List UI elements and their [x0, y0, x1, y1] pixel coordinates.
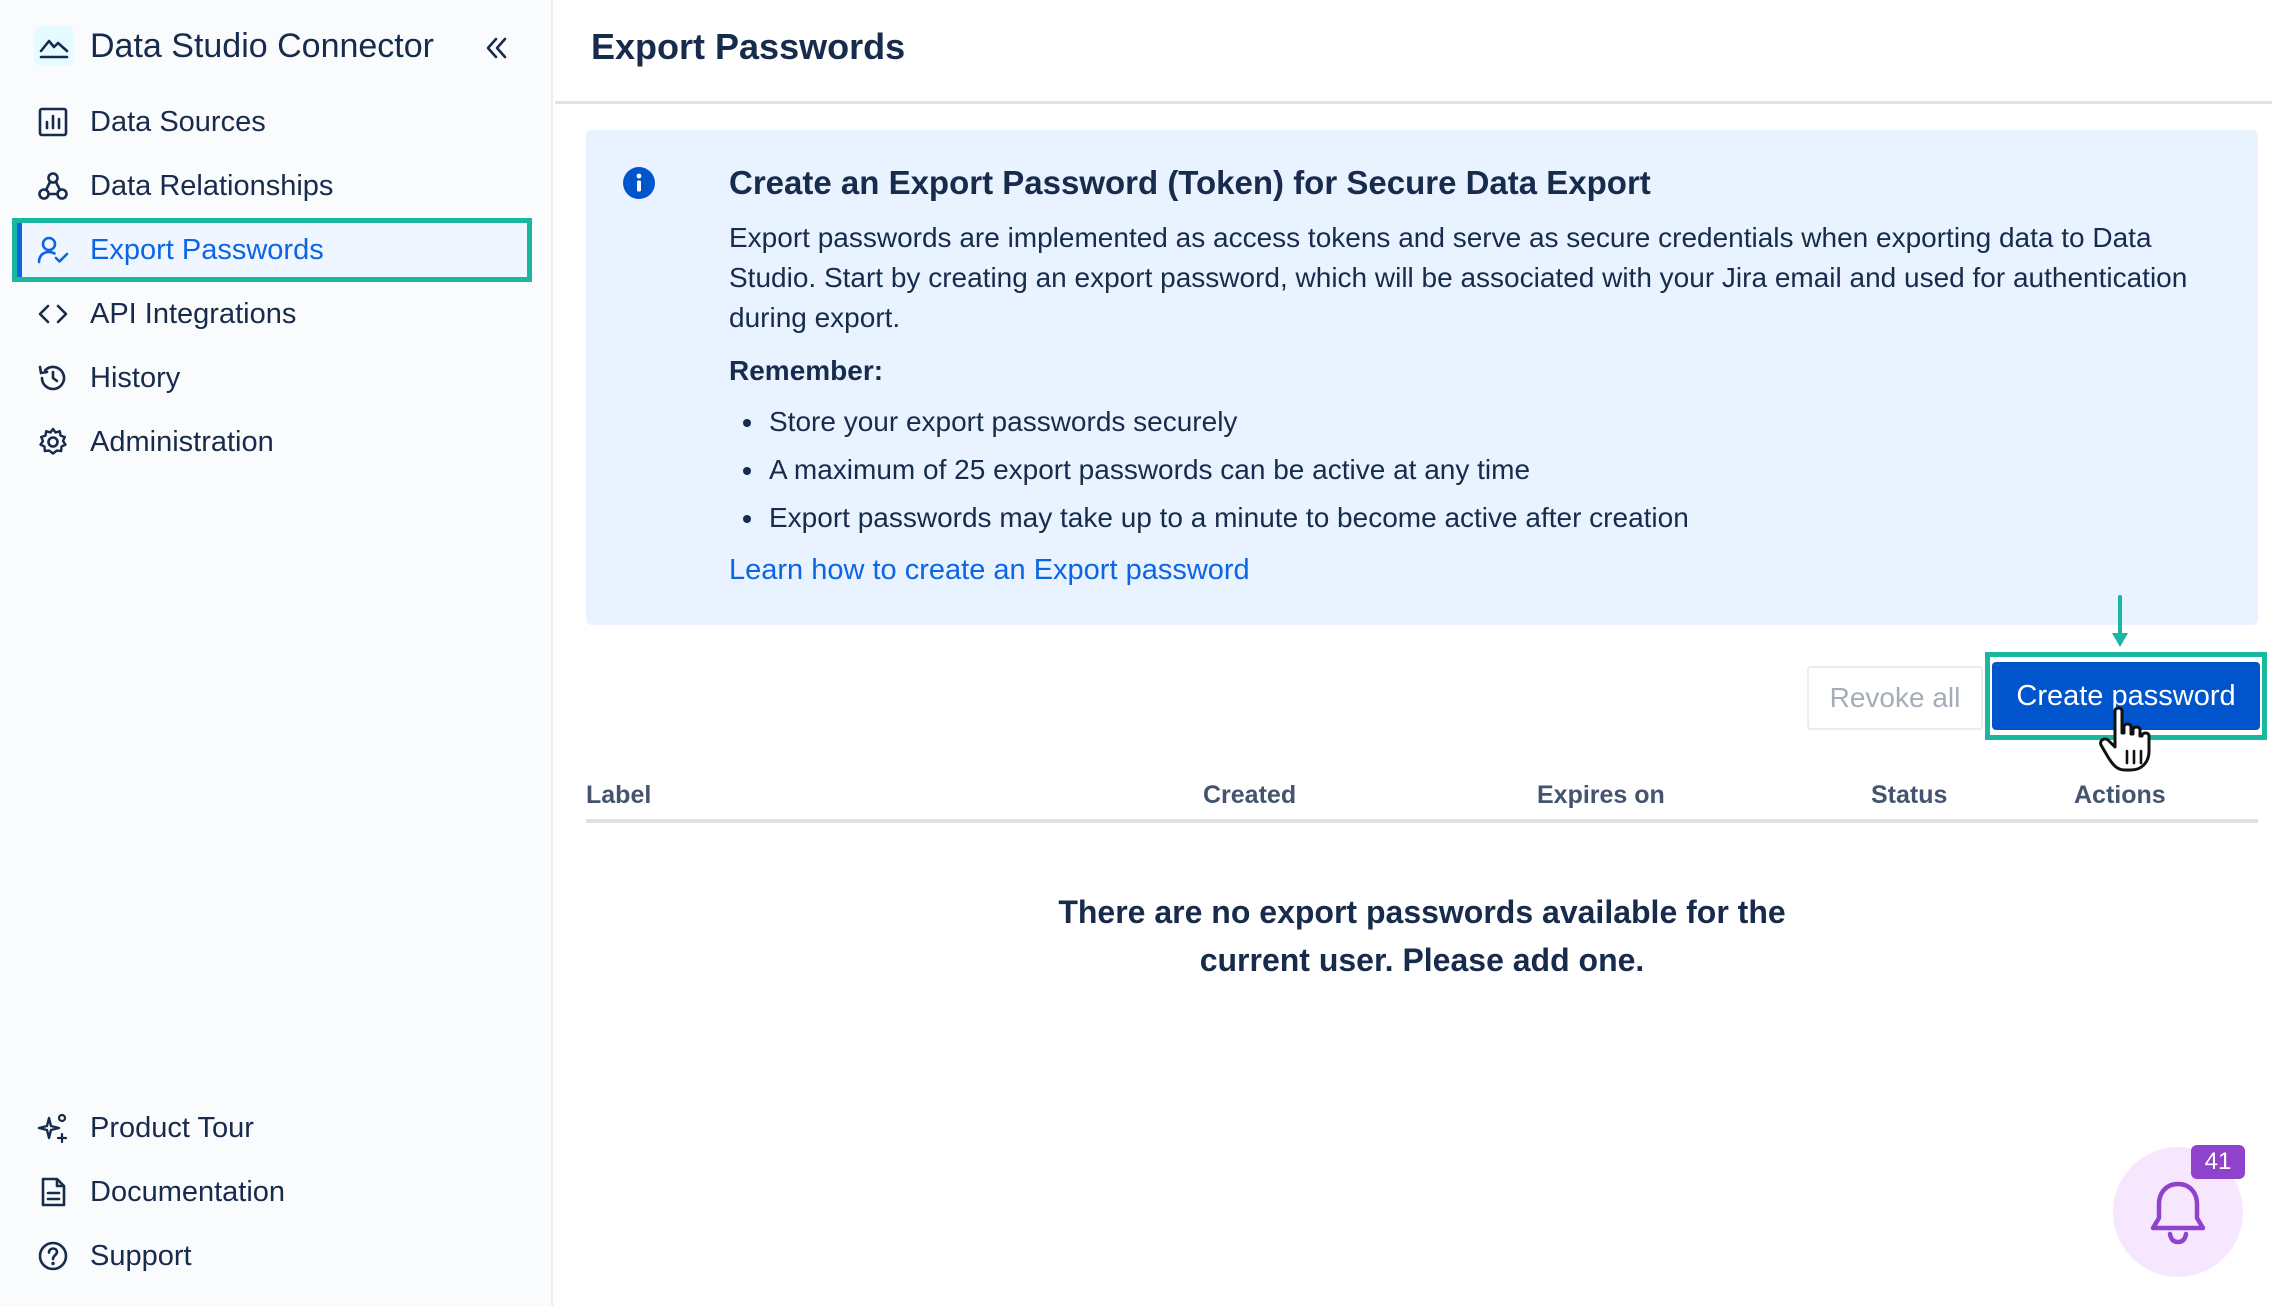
- double-chevron-left-icon: [486, 37, 507, 59]
- sidebar-item-label: History: [90, 361, 181, 394]
- column-header-label[interactable]: Label: [586, 781, 651, 810]
- sidebar-item-label: Data Sources: [90, 105, 266, 138]
- sidebar-item-label: Export Passwords: [90, 233, 324, 266]
- sidebar-item-product-tour[interactable]: Product Tour: [12, 1096, 532, 1160]
- sidebar-item-support[interactable]: Support: [12, 1224, 532, 1288]
- list-item: Store your export passwords securely: [729, 398, 1689, 446]
- sidebar-item-documentation[interactable]: Documentation: [12, 1160, 532, 1224]
- learn-how-link[interactable]: Learn how to create an Export password: [729, 554, 1250, 587]
- remember-list: Store your export passwords securely A m…: [729, 398, 1689, 542]
- sidebar-item-label: Data Relationships: [90, 169, 334, 202]
- sidebar-item-history[interactable]: History: [12, 346, 532, 410]
- relationship-icon: [36, 169, 70, 203]
- sidebar-item-administration[interactable]: Administration: [12, 410, 532, 474]
- column-header-expires-on[interactable]: Expires on: [1537, 781, 1665, 810]
- sidebar-item-api-integrations[interactable]: API Integrations: [12, 282, 532, 346]
- column-header-status[interactable]: Status: [1871, 781, 1947, 810]
- sidebar-item-label: Product Tour: [90, 1111, 254, 1144]
- sidebar-item-label: API Integrations: [90, 297, 297, 330]
- info-description: Export passwords are implemented as acce…: [729, 222, 2188, 333]
- sparkle-icon: [36, 1111, 70, 1145]
- bell-icon: [2150, 1181, 2206, 1245]
- info-panel: Create an Export Password (Token) for Se…: [586, 130, 2258, 625]
- page-header: Export Passwords: [555, 0, 2272, 104]
- app-root: Data Studio Connector Data Sources Data …: [0, 0, 2272, 1306]
- empty-state-line: current user. Please add one.: [1199, 942, 1645, 978]
- arrow-down-icon: [2112, 595, 2128, 647]
- notification-count-badge: 41: [2191, 1145, 2245, 1179]
- main-content: Export Passwords Create an Export Passwo…: [555, 0, 2272, 1306]
- column-header-actions: Actions: [2074, 781, 2166, 809]
- empty-state-line: There are no export passwords available …: [1058, 894, 1786, 930]
- app-logo-icon: [34, 26, 74, 66]
- list-item: A maximum of 25 export passwords can be …: [729, 446, 1689, 494]
- sidebar-item-label: Documentation: [90, 1175, 286, 1208]
- revoke-all-button[interactable]: Revoke all: [1807, 666, 1983, 730]
- history-icon: [36, 361, 70, 395]
- bar-chart-icon: [36, 105, 70, 139]
- sidebar-item-export-passwords[interactable]: Export Passwords: [12, 218, 532, 282]
- column-header-created[interactable]: Created: [1203, 781, 1296, 810]
- code-icon: [36, 297, 70, 331]
- sidebar-item-label: Administration: [90, 425, 274, 458]
- sidebar-item-data-sources[interactable]: Data Sources: [12, 90, 532, 154]
- sidebar-nav: Data Sources Data Relationships Export P…: [12, 90, 532, 474]
- info-title: Create an Export Password (Token) for Se…: [729, 164, 1651, 201]
- app-title: Data Studio Connector: [90, 26, 434, 65]
- document-icon: [36, 1175, 70, 1209]
- question-circle-icon: [36, 1239, 70, 1273]
- info-icon: [623, 167, 655, 199]
- pointer-hand-icon: [2099, 706, 2151, 772]
- sidebar: Data Studio Connector Data Sources Data …: [0, 0, 553, 1306]
- table-header: Label Created Expires on Status Actions: [586, 775, 2258, 823]
- page-title: Export Passwords: [591, 26, 906, 67]
- collapse-sidebar-button[interactable]: [476, 28, 516, 68]
- user-check-icon: [36, 233, 70, 267]
- sidebar-item-label: Support: [90, 1239, 192, 1272]
- gear-icon: [36, 425, 70, 459]
- sidebar-item-data-relationships[interactable]: Data Relationships: [12, 154, 532, 218]
- brand: Data Studio Connector: [34, 22, 534, 70]
- sidebar-bottom-nav: Product Tour Documentation Support: [12, 1096, 532, 1288]
- list-item: Export passwords may take up to a minute…: [729, 494, 1689, 542]
- remember-heading: Remember:: [729, 355, 884, 386]
- empty-state-message: There are no export passwords available …: [586, 888, 2258, 984]
